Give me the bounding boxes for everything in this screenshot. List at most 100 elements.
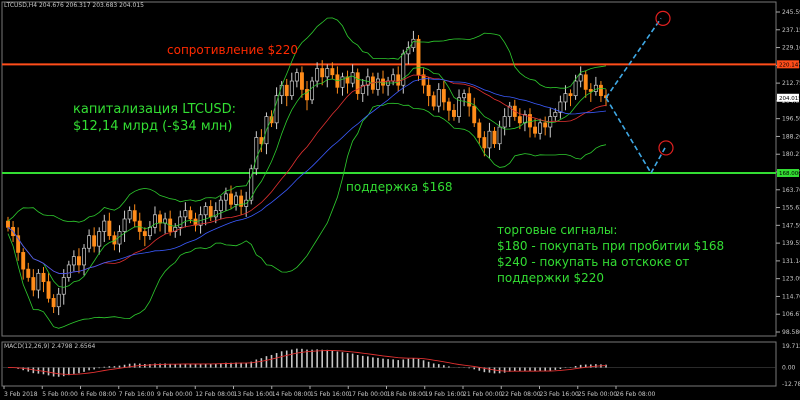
y-tick-label: 139.550 [782,240,800,247]
candle-body [583,74,588,90]
candle-body [82,247,86,266]
y-tick-label: 212.750 [782,80,800,87]
candle-body [320,68,325,78]
candle-body [452,109,456,117]
macd-y-tick-label: 19.712 [782,343,800,350]
signals-title: торговые сигналы: [497,223,618,237]
candle-body [254,137,259,170]
candle-body [487,130,492,149]
x-tick-label: 26 Feb 08:00 [616,391,656,398]
candle-body [598,84,603,97]
current-price-marker-label: 204.015 [779,96,800,102]
candle-body [553,112,558,117]
y-tick-label: 245.590 [782,9,800,16]
x-tick-label: 5 Feb 00:00 [42,391,78,398]
candle-body [71,256,76,266]
candle-body [325,68,330,78]
macd-header: MACD(12,26,9) 2.4798 2.6564 [4,343,96,350]
x-tick-label: 17 Feb 00:00 [348,391,388,398]
candle-body [396,74,401,86]
target-180-circle [658,140,674,156]
candle-body [137,220,142,232]
candle-body [122,218,127,232]
candle-body [502,116,507,128]
candle-body [188,210,193,220]
target-240-circle [655,10,671,26]
candle-body [208,206,213,218]
candle-body [41,272,46,283]
y-tick-label: 131.140 [782,258,800,265]
candle-body [446,101,451,111]
signal-3: поддержки $220 [497,271,604,285]
signal-2: $240 - покупать на отскоке от [497,255,690,269]
cap-value: $12,14 млрд (-$34 млн) [73,119,233,134]
candle-body [350,72,355,84]
candle-body [593,84,598,92]
candle-body [87,235,92,249]
candle-body [183,210,188,218]
candle-body [36,272,41,291]
y-tick-label: 188.260 [782,133,800,140]
projection-down-line [605,97,652,174]
y-tick-label: 123.090 [782,276,800,283]
x-tick-label: 25 Feb 00:00 [578,391,618,398]
candle-body [305,89,309,101]
y-tick-label: 106.670 [782,311,800,318]
y-tick-label: 163.760 [782,187,800,194]
x-tick-label: 21 Feb 00:00 [463,391,503,398]
candle-body [538,122,543,134]
x-tick-label: 9 Feb 00:00 [157,391,193,398]
candle-body [588,89,593,92]
candle-body [274,95,279,124]
candle-body [153,214,157,228]
candle-body [391,74,396,82]
candle-body [56,293,61,308]
x-tick-label: 13 Feb 16:00 [234,391,274,398]
symbol-header: LTCUSD,H4 204.676 206.317 203.683 204.01… [4,2,144,9]
y-tick-label: 114.760 [782,293,800,300]
x-tick-label: 7 Feb 16:00 [119,391,155,398]
candle-body [426,84,431,97]
x-tick-label: 23 Feb 16:00 [540,391,580,398]
candle-body [92,235,97,247]
candle-body [355,72,360,94]
candle-body [568,93,573,97]
candle-body [127,210,132,220]
bollinger-lower [7,102,607,329]
x-tick-label: 22 Feb 08:00 [501,391,541,398]
candle-body [31,277,36,291]
x-tick-label: 19 Feb 16:00 [425,391,465,398]
candle-body [158,214,162,224]
candle-body [517,116,522,124]
projection-rebound-line [650,147,666,174]
candle-body [66,264,71,278]
candle-body [229,193,233,205]
y-tick-label: 155.620 [782,205,800,212]
candle-body [51,298,56,308]
candle-body [97,231,102,247]
candle-body [284,84,289,97]
candle-body [375,78,380,90]
candle-body [416,38,421,76]
candle-body [472,105,477,124]
candle-body [142,231,147,237]
x-tick-label: 3 Feb 2018 [4,391,38,398]
price-chart: 245.590237.150229.160221.050212.750204.0… [1,1,800,398]
candle-body [563,93,568,103]
candle-body [76,256,81,266]
y-tick-label: 180.210 [782,151,800,158]
candle-body [477,122,482,138]
trading-signals-note: торговые сигналы: $180 - покупать при пр… [497,222,724,286]
candle-body [218,199,223,211]
candle-body [467,93,472,107]
candle-body [330,68,335,76]
candle-body [401,53,406,86]
resistance-label: сопротивление $220 [167,43,299,57]
candle-body [441,89,446,103]
candle-body [436,89,441,107]
chart-window: 245.590237.150229.160221.050212.750204.0… [0,0,800,400]
macd-y-tick-label: 0.00 [782,365,796,372]
candle-body [310,80,315,101]
candle-body [492,130,497,145]
candle-body [147,226,152,237]
